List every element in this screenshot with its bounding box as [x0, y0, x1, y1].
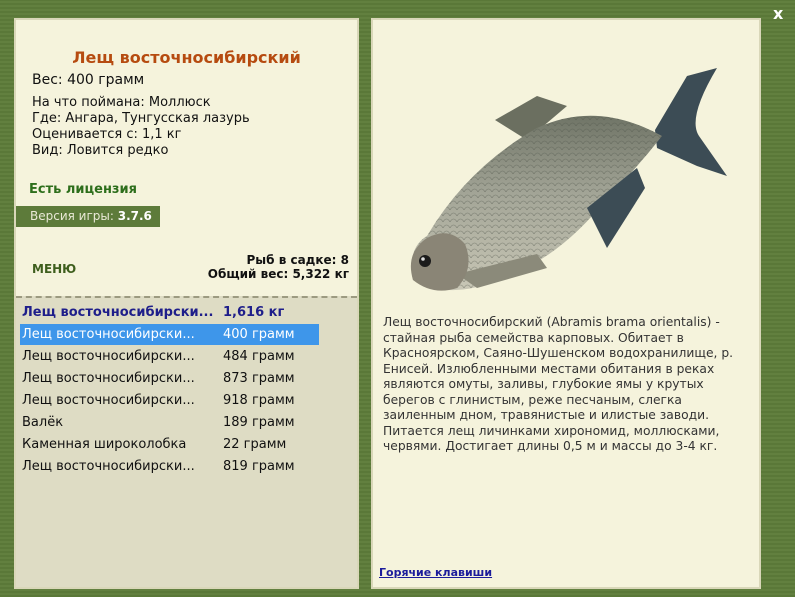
- list-item[interactable]: Лещ восточносибирски... 819 грамм: [20, 456, 319, 477]
- list-item-name: Лещ восточносибирски...: [22, 327, 195, 342]
- list-item-weight: 873 грамм: [223, 371, 295, 386]
- hotkeys-link[interactable]: Горячие клавиши: [379, 566, 492, 579]
- version-label: Версия игры:: [30, 209, 114, 223]
- list-item-name: Каменная широколобка: [22, 437, 187, 452]
- fish-eye: [419, 255, 431, 267]
- fish-title: Лещ восточносибирский: [72, 48, 301, 67]
- list-item-name: Валёк: [22, 415, 64, 430]
- license-status: Есть лицензия: [29, 182, 137, 197]
- list-item[interactable]: Лещ восточносибирски... 484 грамм: [20, 346, 319, 367]
- close-button[interactable]: x: [773, 4, 783, 23]
- list-item-name: Лещ восточносибирски...: [22, 305, 214, 320]
- total-weight: Общий вес: 5,322 кг: [207, 267, 349, 281]
- list-item[interactable]: Валёк 189 грамм: [20, 412, 319, 433]
- list-item-name: Лещ восточносибирски...: [22, 459, 195, 474]
- list-item-weight: 819 грамм: [223, 459, 295, 474]
- fish-image: [410, 68, 727, 291]
- list-item-weight: 400 грамм: [223, 327, 295, 342]
- catch-list: Лещ восточносибирски... 1,616 кг Лещ вос…: [16, 296, 357, 587]
- game-version: Версия игры: 3.7.6: [16, 206, 160, 227]
- list-item-weight: 918 грамм: [223, 393, 295, 408]
- list-header-row[interactable]: Лещ восточносибирски... 1,616 кг: [20, 302, 319, 323]
- list-item-weight: 484 грамм: [223, 349, 295, 364]
- list-item-name: Лещ восточносибирски...: [22, 349, 195, 364]
- list-item[interactable]: Лещ восточносибирски... 400 грамм: [20, 324, 319, 345]
- version-value: 3.7.6: [117, 209, 152, 223]
- list-item[interactable]: Лещ восточносибирски... 873 грамм: [20, 368, 319, 389]
- list-item-name: Лещ восточносибирски...: [22, 393, 195, 408]
- fish-weight: Вес: 400 грамм: [32, 72, 145, 88]
- list-item[interactable]: Каменная широколобка 22 грамм: [20, 434, 319, 455]
- fish-description-panel: Лещ восточносибирский (Abramis brama ori…: [371, 18, 761, 589]
- location: Где: Ангара, Тунгусская лазурь: [32, 111, 250, 126]
- fish-count: Рыб в садке: 8: [246, 253, 350, 267]
- rarity: Вид: Ловится редко: [32, 143, 169, 158]
- caught-on: На что поймана: Моллюск: [32, 95, 211, 110]
- list-item-name: Лещ восточносибирски...: [22, 371, 195, 386]
- cage-stats: Рыб в садке: 8 Общий вес: 5,322 кг: [208, 253, 349, 281]
- list-item-weight: 1,616 кг: [223, 305, 285, 320]
- list-item[interactable]: Лещ восточносибирски... 918 грамм: [20, 390, 319, 411]
- menu-button[interactable]: МЕНЮ: [32, 262, 76, 276]
- list-item-weight: 22 грамм: [223, 437, 287, 452]
- valued-from: Оценивается с: 1,1 кг: [32, 127, 182, 142]
- fish-description: Лещ восточносибирский (Abramis brama ori…: [383, 315, 734, 453]
- list-item-weight: 189 грамм: [223, 415, 295, 430]
- catch-info-panel: Лещ восточносибирский Вес: 400 грамм На …: [14, 18, 359, 589]
